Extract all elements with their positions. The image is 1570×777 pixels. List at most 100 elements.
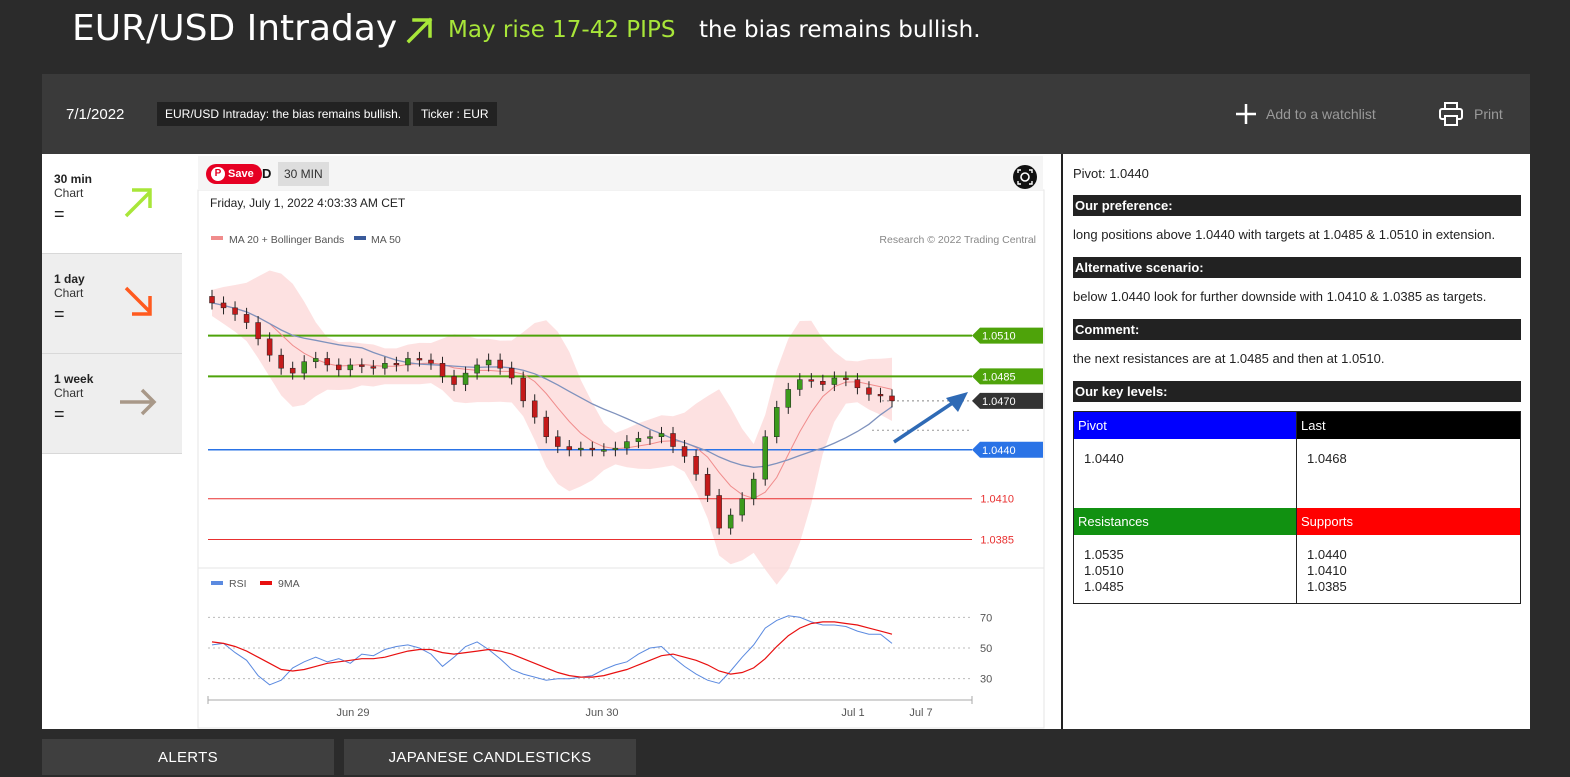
sidebar-item-1week[interactable]: 1 week Chart = <box>42 354 182 454</box>
tab-japanese-candlesticks[interactable]: JAPANESE CANDLESTICKS <box>344 739 636 775</box>
add-watchlist-button[interactable]: Add to a watchlist <box>1234 100 1376 128</box>
timeframe-button[interactable]: 30 MIN <box>278 162 329 186</box>
resistance-value: 1.0510 <box>1084 563 1124 578</box>
sidebar-item-status: = <box>54 304 65 324</box>
candle-body <box>220 302 227 309</box>
x-tick-label: Jul 7 <box>909 707 932 719</box>
candle-body <box>589 447 596 451</box>
candle-body <box>324 358 331 366</box>
ticker-tag: Ticker : EUR <box>413 102 497 126</box>
arrow-up-right-icon <box>406 17 433 44</box>
ma50-legend-swatch <box>354 236 366 240</box>
pivot-value: 1.0440 <box>1084 451 1124 466</box>
support-value: 1.0410 <box>1307 563 1347 578</box>
watchlist-label: Add to a watchlist <box>1266 106 1376 122</box>
publish-date: 7/1/2022 <box>66 106 125 123</box>
tab-alerts[interactable]: ALERTS <box>42 739 334 775</box>
candle-body <box>762 436 768 480</box>
candle-body <box>359 364 365 367</box>
ma9-legend-label: 9MA <box>278 578 300 590</box>
ma20-legend-swatch <box>211 236 223 240</box>
candle-body <box>543 416 549 437</box>
resistance-value: 1.0485 <box>1084 579 1124 594</box>
candle-body <box>797 379 803 390</box>
preference-heading: Our preference: <box>1073 195 1521 216</box>
print-button[interactable]: Print <box>1438 100 1503 128</box>
sidebar-item-label: 30 min <box>54 172 93 186</box>
candle-body <box>255 322 261 340</box>
sidebar-item-30min[interactable]: 30 min Chart = <box>42 154 182 254</box>
candle-body <box>347 364 354 371</box>
rsi-tick-label: 50 <box>980 643 992 655</box>
candle-body <box>624 441 630 449</box>
candle-body <box>555 436 561 447</box>
rise-forecast: May rise 17-42 PIPS <box>448 17 676 43</box>
candle-body <box>393 363 400 366</box>
comment-heading: Comment: <box>1073 319 1521 340</box>
alternative-heading: Alternative scenario: <box>1073 257 1521 278</box>
pivot-cell: Pivot 1.0440 <box>1074 412 1297 508</box>
screenshot-icon[interactable] <box>1012 164 1038 190</box>
candle-body <box>439 363 446 377</box>
rsi-legend-label: RSI <box>229 578 247 590</box>
candle-body <box>428 359 434 364</box>
candle-body <box>820 381 826 385</box>
candle-body <box>531 400 538 418</box>
page-title: EUR/USD Intraday <box>72 8 398 49</box>
sidebar-item-status: = <box>54 404 65 424</box>
supports-header: Supports <box>1297 508 1520 535</box>
level-label: 1.0485 <box>982 371 1016 383</box>
candle-body <box>854 379 861 389</box>
level-label: 1.0440 <box>982 445 1016 457</box>
pinterest-icon: P <box>211 167 225 181</box>
price-chart-panel: MA 20 + Bollinger Bands MA 50 Research © 2… <box>182 154 1061 729</box>
ma20-legend-label: MA 20 + Bollinger Bands <box>229 234 344 246</box>
sidebar-item-sub: Chart <box>54 286 84 300</box>
comment-text: the next resistances are at 1.0485 and t… <box>1073 351 1385 366</box>
arrow-down-right-icon <box>124 286 152 316</box>
candle-body <box>416 358 423 361</box>
rsi-ma-line <box>211 621 893 678</box>
ma50-legend-label: MA 50 <box>371 234 401 246</box>
candle-body <box>716 495 722 529</box>
candle-body <box>843 377 849 380</box>
candle-body <box>232 307 238 315</box>
level-label: 1.0410 <box>980 494 1014 506</box>
title-tag: EUR/USD Intraday: the bias remains bulli… <box>157 102 410 126</box>
print-label: Print <box>1474 106 1503 122</box>
printer-icon <box>1439 102 1463 126</box>
chart-title-fragment: D <box>262 166 272 181</box>
candle-body <box>278 354 284 369</box>
candle-body <box>601 449 607 452</box>
candle-body <box>727 514 734 529</box>
candle-body <box>635 438 642 442</box>
candle-body <box>566 446 573 451</box>
candle-body <box>773 407 780 437</box>
last-header: Last <box>1297 412 1520 439</box>
level-label: 1.0510 <box>982 331 1016 343</box>
price-chart[interactable]: MA 20 + Bollinger Bands MA 50 Research © 2… <box>182 154 1061 729</box>
pivot-summary: Pivot: 1.0440 <box>1073 166 1149 181</box>
arrow-right-icon <box>120 388 157 416</box>
chart-toolbar: P Save D 30 MIN <box>198 156 1043 190</box>
sidebar-item-sub: Chart <box>54 186 84 200</box>
sidebar-item-1day[interactable]: 1 day Chart = <box>42 254 182 354</box>
candle-body <box>301 361 307 374</box>
candle-body <box>889 395 895 402</box>
level-label: 1.0385 <box>980 535 1014 547</box>
supports-cell: Supports 1.0440 1.0410 1.0385 <box>1297 508 1520 603</box>
toolbar: 7/1/2022 EUR/USD Intraday: the bias rema… <box>42 74 1530 154</box>
rsi-line <box>211 615 893 686</box>
plus-icon <box>1236 104 1256 124</box>
candle-body <box>336 364 342 371</box>
pinterest-save-button[interactable]: P Save <box>206 164 262 184</box>
forecast-arrow-head <box>946 392 968 412</box>
timeframe-sidebar: 30 min Chart = 1 day Chart = 1 week Char… <box>42 154 182 729</box>
save-label: Save <box>228 168 254 180</box>
arrow-up-right-icon <box>124 188 152 218</box>
candle-body <box>289 367 296 374</box>
last-value: 1.0468 <box>1307 451 1347 466</box>
support-value: 1.0440 <box>1307 547 1347 562</box>
candle-body <box>670 433 676 447</box>
rsi-legend-swatch <box>211 581 223 585</box>
